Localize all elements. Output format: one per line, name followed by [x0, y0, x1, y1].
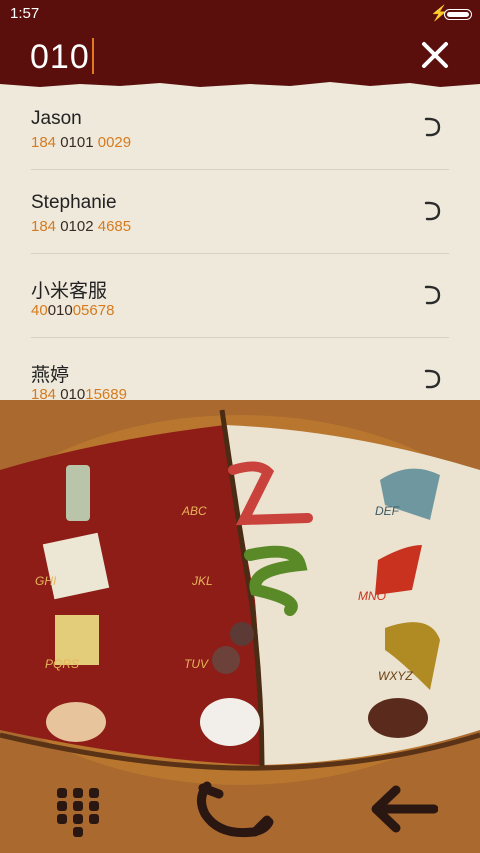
- call-ring-icon[interactable]: [421, 200, 443, 222]
- contact-name: 小米客服: [31, 281, 108, 302]
- battery-icon: [444, 9, 472, 20]
- key-4-letters: GHI: [35, 574, 57, 588]
- search-input[interactable]: 010: [30, 38, 94, 77]
- back-arrow-icon[interactable]: [368, 784, 438, 834]
- fishball-key: [200, 698, 260, 746]
- meatball-key-a: [230, 622, 254, 646]
- contact-row-stephanie[interactable]: Stephanie 184 0102 4685: [0, 170, 480, 254]
- contact-number: 184 0101 0029: [31, 134, 132, 151]
- text-cursor: [91, 38, 94, 74]
- key-3-letters: DEF: [375, 504, 400, 518]
- call-ring-icon[interactable]: [421, 284, 443, 306]
- status-time: 1:57: [10, 5, 40, 22]
- meatball-key-b: [212, 646, 240, 674]
- close-icon[interactable]: [420, 40, 450, 70]
- key-6-letters: MNO: [358, 589, 386, 603]
- bottom-action-bar: [0, 770, 480, 853]
- shiitake-key: [368, 698, 428, 738]
- key-5-letters: JKL: [191, 574, 213, 588]
- key-2-letters: ABC: [181, 504, 207, 518]
- contact-row-xiaomi-service[interactable]: 小米客服 4001005678: [0, 254, 480, 338]
- call-ring-icon[interactable]: [421, 368, 443, 390]
- contact-row-jason[interactable]: Jason 184 0101 0029: [0, 86, 480, 170]
- lotus-key: [46, 702, 106, 742]
- enoki-stick-key-1: [66, 465, 90, 521]
- contact-number: 184 0102 4685: [31, 218, 132, 235]
- contact-name: 燕婷: [31, 365, 70, 386]
- status-bar: 1:57 ⚡: [0, 0, 480, 28]
- search-query-text: 010: [30, 38, 90, 76]
- key-7-letters: PQRS: [45, 657, 79, 671]
- key-8-letters: TUV: [184, 657, 209, 671]
- contact-number: 4001005678: [31, 302, 115, 319]
- tofu-key: [42, 532, 110, 600]
- key-9-letters: WXYZ: [378, 669, 413, 683]
- phone-icon[interactable]: [195, 780, 275, 840]
- call-ring-icon[interactable]: [421, 116, 443, 138]
- contact-name: Stephanie: [31, 192, 117, 213]
- keypad-grid-icon[interactable]: [55, 786, 101, 838]
- search-header: 010: [0, 28, 480, 87]
- contact-name: Jason: [31, 108, 82, 129]
